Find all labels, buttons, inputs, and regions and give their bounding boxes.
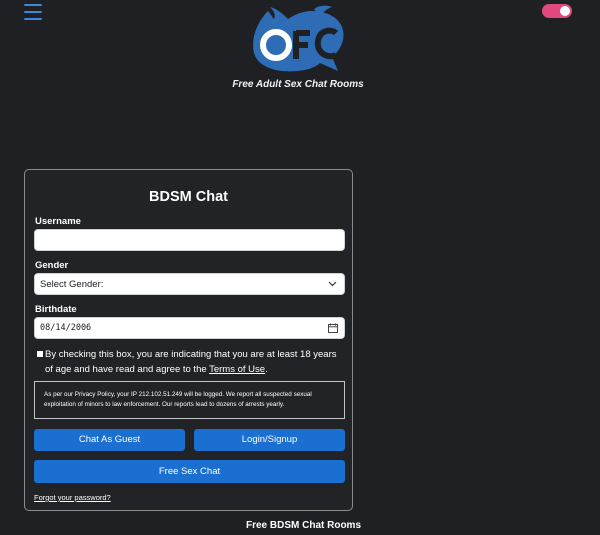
login-signup-button[interactable]: Login/Signup	[194, 429, 345, 451]
forgot-password-link[interactable]: Forgot your password?	[34, 493, 111, 502]
agree-end: .	[265, 364, 268, 375]
privacy-notice: As per our Privacy Policy, your IP 212.1…	[34, 381, 345, 419]
footer-heading: Free BDSM Chat Rooms	[246, 520, 362, 531]
gender-label: Gender	[35, 260, 69, 271]
gender-selected-value: Select Gender:	[40, 279, 104, 290]
ofc-logo[interactable]	[246, 3, 352, 75]
username-input[interactable]	[35, 230, 344, 250]
age-agreement-text: By checking this box, you are indicating…	[45, 347, 347, 377]
birthdate-value: 08/14/2006	[40, 323, 92, 333]
chat-login-card: BDSM Chat Username Gender Select Gender:…	[24, 169, 353, 511]
birthdate-field[interactable]: 08/14/2006	[34, 317, 345, 339]
free-sex-chat-button[interactable]: Free Sex Chat	[34, 460, 345, 483]
terms-of-use-link[interactable]: Terms of Use	[209, 364, 265, 375]
toggle-knob	[560, 6, 570, 16]
username-field[interactable]	[34, 229, 345, 251]
calendar-icon[interactable]	[328, 323, 338, 333]
age-agree-checkbox[interactable]	[36, 350, 44, 358]
site-tagline: Free Adult Sex Chat Rooms	[232, 79, 364, 90]
chat-as-guest-button[interactable]: Chat As Guest	[34, 429, 185, 451]
gender-select[interactable]: Select Gender:	[34, 273, 345, 295]
agree-text: By checking this box, you are indicating…	[45, 349, 337, 375]
chevron-down-icon	[328, 281, 337, 287]
card-title: BDSM Chat	[149, 189, 228, 205]
birthdate-label: Birthdate	[35, 304, 77, 315]
hamburger-icon[interactable]	[24, 4, 42, 20]
username-label: Username	[35, 216, 81, 227]
theme-toggle[interactable]	[542, 4, 572, 18]
